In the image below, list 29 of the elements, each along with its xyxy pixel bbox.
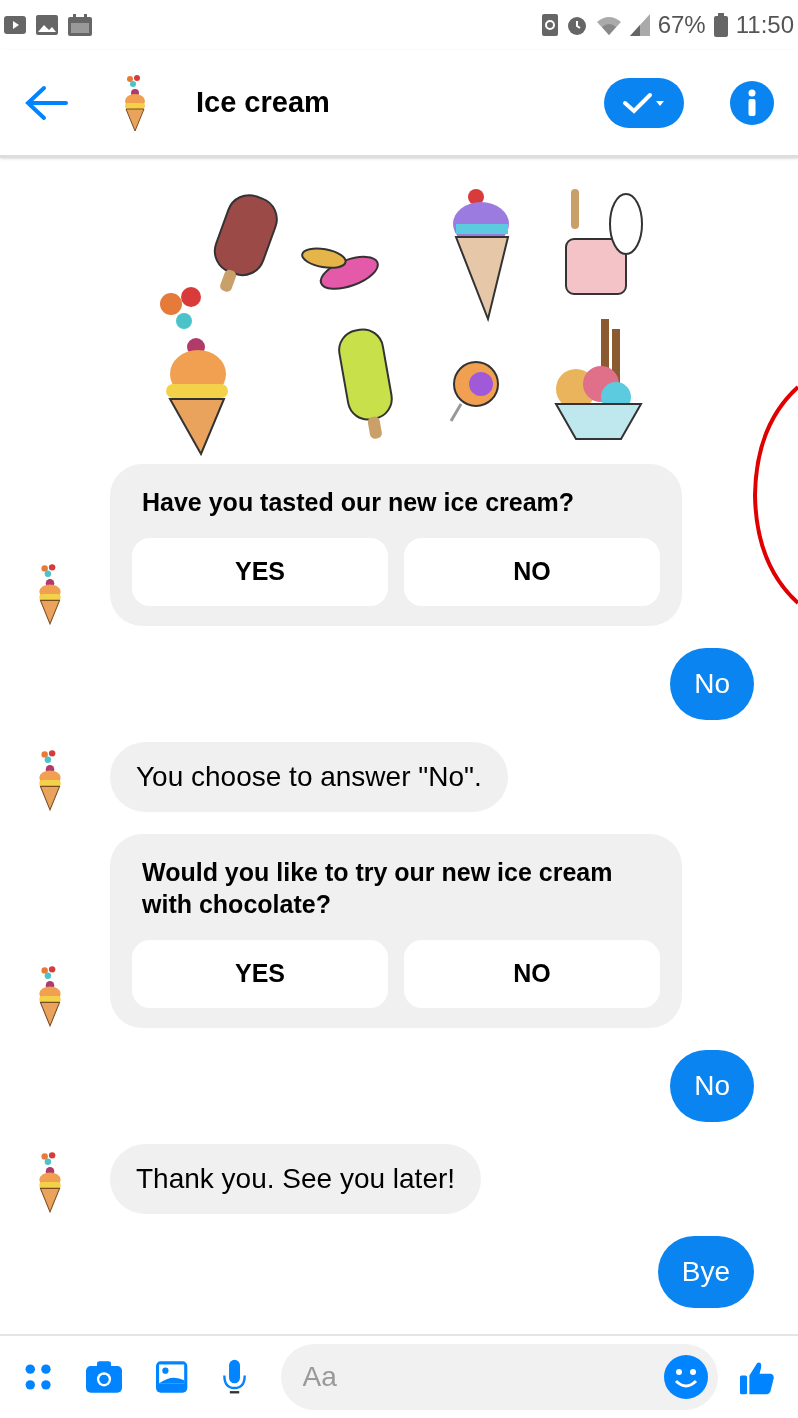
battery-icon bbox=[713, 13, 728, 37]
picture-icon bbox=[36, 15, 58, 35]
wifi-icon bbox=[595, 14, 622, 36]
info-icon[interactable] bbox=[730, 80, 774, 125]
check-icon bbox=[622, 90, 666, 115]
emoji-icon[interactable] bbox=[663, 1355, 708, 1399]
message-bubble: Thank you. See you later! bbox=[110, 1144, 482, 1214]
question-text: Would you like to try our new ice cream with chocolate? bbox=[141, 857, 614, 920]
alarm-icon bbox=[565, 14, 588, 36]
sent-message-bubble: No bbox=[670, 648, 754, 720]
reply-option-button[interactable]: YES bbox=[132, 940, 388, 1008]
status-toggle-button[interactable] bbox=[604, 77, 684, 128]
reply-option-button[interactable]: NO bbox=[404, 940, 660, 1008]
reply-option-button[interactable]: NO bbox=[404, 538, 660, 606]
clock-time: 11:50 bbox=[735, 10, 794, 40]
video-icon bbox=[4, 16, 26, 34]
reply-option-button[interactable]: YES bbox=[132, 538, 388, 606]
sync-icon bbox=[541, 14, 558, 36]
signal-icon bbox=[629, 14, 650, 36]
question-text: Have you tasted our new ice cream? bbox=[141, 487, 576, 518]
calendar-icon bbox=[68, 14, 92, 36]
back-arrow-icon[interactable] bbox=[24, 84, 68, 121]
message-bubble: You choose to answer "No". bbox=[110, 742, 508, 812]
message-input-field[interactable]: Aa bbox=[302, 1356, 664, 1398]
sent-message-bubble: Bye bbox=[657, 1236, 754, 1308]
chat-title: Ice cream bbox=[196, 84, 330, 120]
message-input-box[interactable]: Aa bbox=[280, 1344, 718, 1410]
sent-message-bubble: No bbox=[670, 1050, 754, 1122]
battery-percent: 67% bbox=[657, 10, 706, 40]
